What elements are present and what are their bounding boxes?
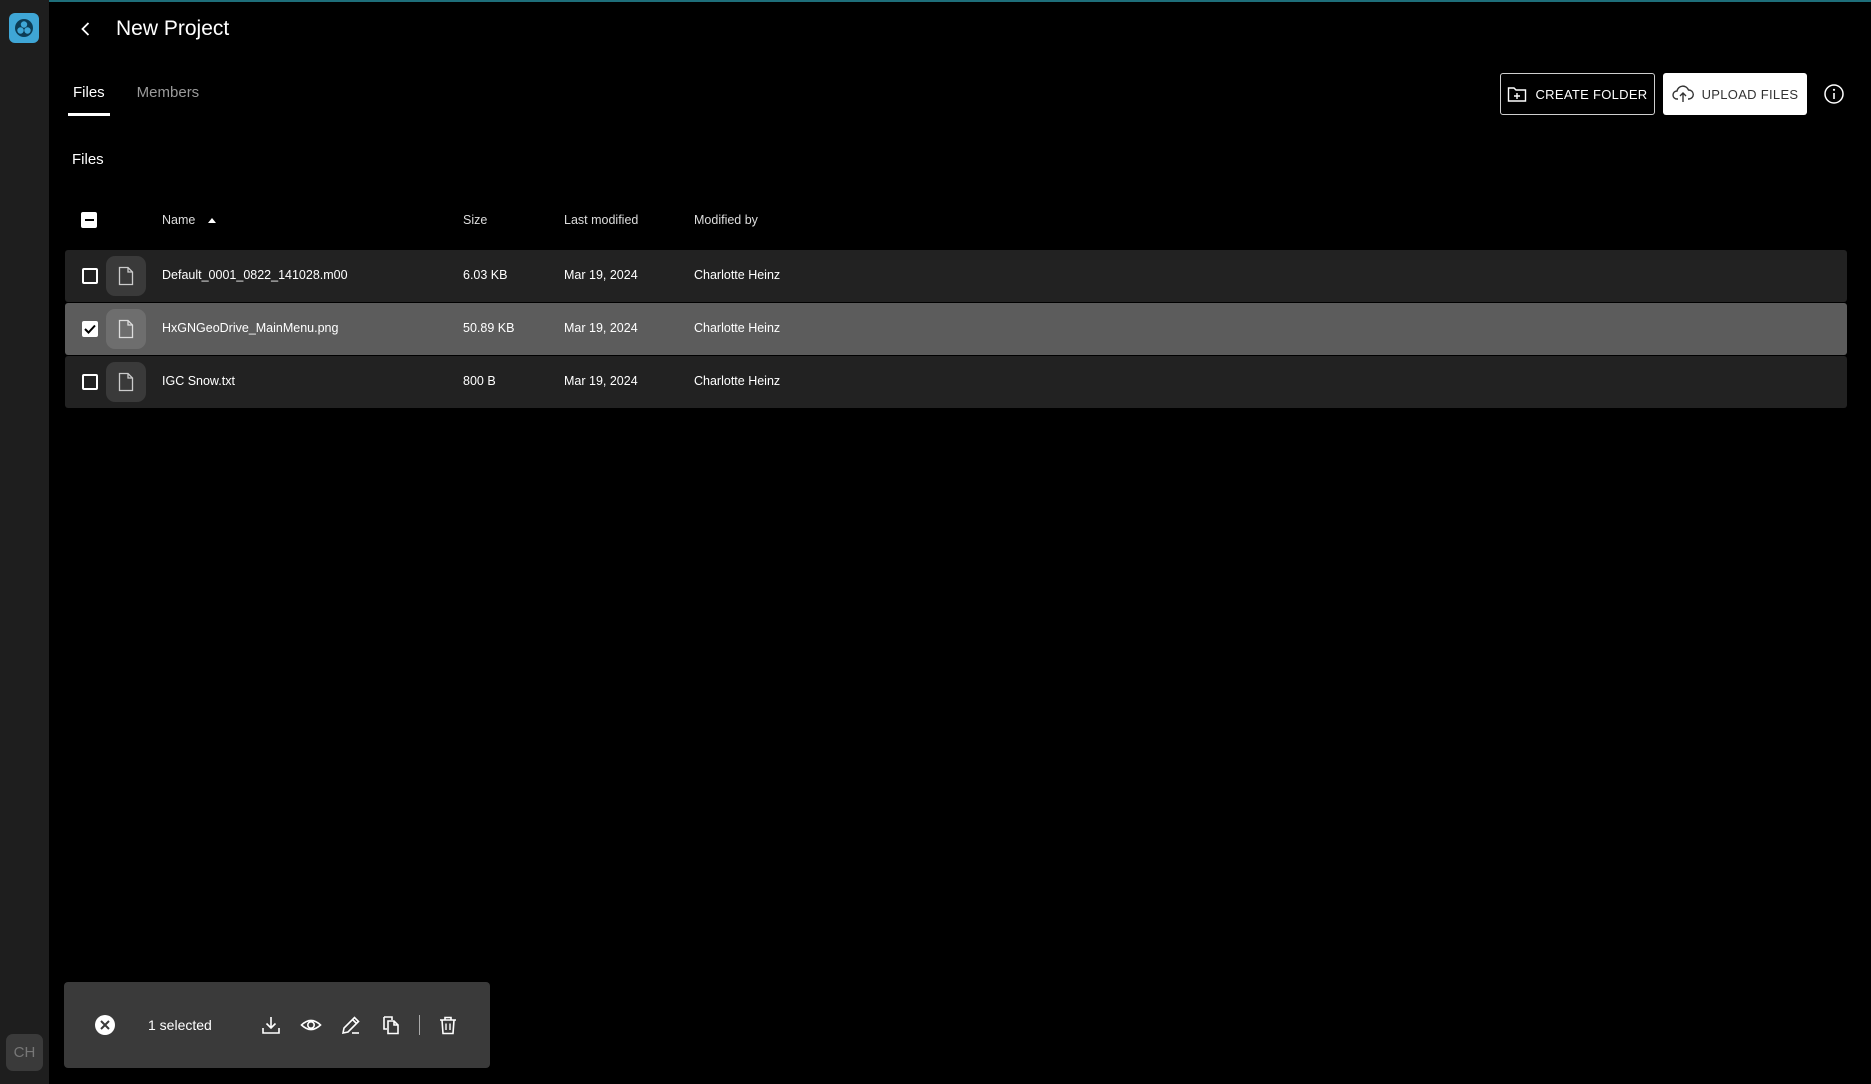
toolbar-divider (419, 1015, 420, 1035)
row-checkbox[interactable] (82, 268, 98, 284)
column-header-last-modified[interactable]: Last modified (564, 213, 638, 227)
file-last-modified: Mar 19, 2024 (564, 374, 638, 388)
tab-files[interactable]: Files (68, 82, 110, 116)
page-header: New Project (74, 14, 229, 44)
rename-pen-icon[interactable] (340, 1014, 362, 1036)
download-icon[interactable] (260, 1014, 282, 1036)
user-avatar[interactable]: CH (6, 1034, 43, 1071)
tab-bar: Files Members (68, 82, 226, 116)
table-row[interactable]: IGC Snow.txt 800 B Mar 19, 2024 Charlott… (65, 356, 1847, 408)
checkmark-icon (84, 324, 96, 334)
app-logo-icon[interactable] (9, 13, 39, 43)
section-title: Files (72, 151, 104, 168)
trash-icon[interactable] (437, 1014, 459, 1036)
select-all-checkbox[interactable] (81, 212, 97, 228)
row-checkbox[interactable] (82, 321, 98, 337)
table-row[interactable]: HxGNGeoDrive_MainMenu.png 50.89 KB Mar 1… (65, 303, 1847, 355)
file-icon (106, 256, 146, 296)
table-header: Name Size Last modified Modified by (65, 206, 1847, 236)
file-modified-by: Charlotte Heinz (694, 374, 781, 388)
sort-ascending-icon (207, 218, 216, 223)
file-icon (106, 309, 146, 349)
create-folder-button[interactable]: CREATE FOLDER (1500, 73, 1655, 115)
column-header-name[interactable]: Name (162, 213, 217, 227)
info-icon[interactable] (1823, 83, 1845, 105)
back-arrow-icon[interactable] (74, 17, 98, 41)
folder-plus-icon (1508, 87, 1527, 102)
file-last-modified: Mar 19, 2024 (564, 321, 638, 335)
file-size: 50.89 KB (463, 321, 515, 335)
tab-members[interactable]: Members (132, 82, 205, 116)
upload-files-button[interactable]: UPLOAD FILES (1663, 73, 1807, 115)
selection-action-bar: 1 selected (64, 982, 490, 1068)
file-modified-by: Charlotte Heinz (694, 321, 781, 335)
file-name: HxGNGeoDrive_MainMenu.png (162, 321, 339, 335)
file-icon (106, 362, 146, 402)
column-header-size[interactable]: Size (463, 213, 487, 227)
copy-icon[interactable] (380, 1014, 402, 1036)
cloud-upload-icon (1671, 85, 1694, 102)
file-size: 800 B (463, 374, 496, 388)
clear-selection-icon[interactable] (94, 1014, 116, 1036)
file-size: 6.03 KB (463, 268, 508, 282)
eye-icon[interactable] (300, 1014, 322, 1036)
file-name: IGC Snow.txt (162, 374, 235, 388)
table-row[interactable]: Default_0001_0822_141028.m00 6.03 KB Mar… (65, 250, 1847, 302)
file-modified-by: Charlotte Heinz (694, 268, 781, 282)
app-rail: CH (0, 0, 49, 1084)
file-last-modified: Mar 19, 2024 (564, 268, 638, 282)
top-accent-line (0, 0, 1871, 2)
column-header-modified-by[interactable]: Modified by (694, 213, 758, 227)
file-name: Default_0001_0822_141028.m00 (162, 268, 348, 282)
selected-count: 1 selected (148, 1017, 212, 1033)
page-title: New Project (116, 17, 230, 40)
row-checkbox[interactable] (82, 374, 98, 390)
